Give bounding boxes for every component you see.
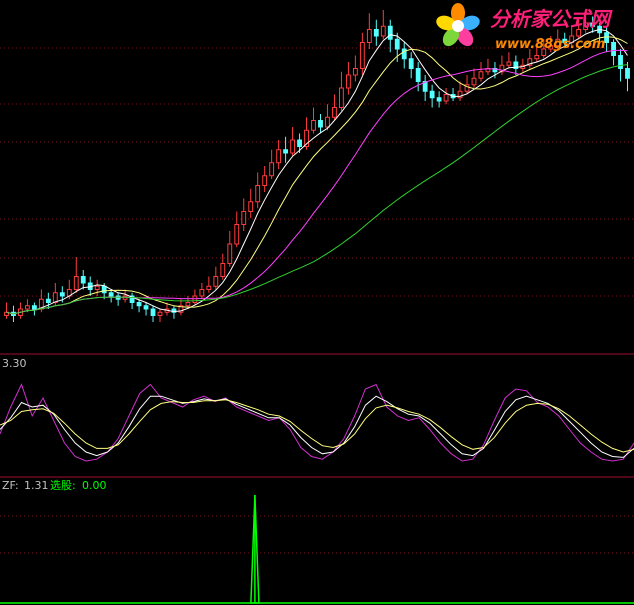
candle-body bbox=[94, 285, 100, 290]
candle-body bbox=[262, 175, 268, 186]
candle-body bbox=[136, 302, 142, 307]
oscillator-line bbox=[0, 383, 634, 462]
candle-body bbox=[108, 292, 114, 297]
signal-bars bbox=[0, 494, 634, 604]
candle-body bbox=[25, 305, 30, 310]
candle-body bbox=[297, 139, 302, 147]
candle-body bbox=[534, 55, 540, 60]
candle-body bbox=[436, 97, 442, 102]
candle-body bbox=[415, 68, 421, 82]
candle-body bbox=[339, 87, 344, 108]
candle-body bbox=[311, 120, 316, 131]
candle-body bbox=[241, 211, 247, 225]
zf-label: ZF: bbox=[2, 479, 19, 492]
candle-body bbox=[359, 42, 365, 69]
candlestick-series bbox=[4, 10, 630, 322]
candle-body bbox=[73, 276, 79, 290]
candle-body bbox=[276, 149, 282, 164]
stock-chart: 3.30 ZF: 1.31 选股: 0.00 分析家公式网 www.88gs.c… bbox=[0, 3, 634, 604]
candle-body bbox=[325, 116, 330, 128]
candle-body bbox=[220, 263, 226, 277]
candle-body bbox=[150, 308, 156, 316]
xg-value: 0.00 bbox=[82, 479, 107, 492]
candle-body bbox=[143, 305, 149, 310]
candle-body bbox=[366, 29, 372, 43]
candle-body bbox=[185, 302, 191, 307]
candle-body bbox=[471, 77, 477, 86]
brand-name: 分析家公式网 bbox=[490, 7, 613, 31]
candle-body bbox=[59, 292, 65, 297]
ma-line-ma20 bbox=[6, 49, 628, 315]
candle-body bbox=[611, 42, 616, 56]
candle-body bbox=[206, 285, 212, 290]
candle-body bbox=[352, 68, 358, 76]
candle-body bbox=[157, 311, 163, 316]
candle-body bbox=[199, 289, 205, 297]
candle-body bbox=[506, 61, 512, 66]
candle-body bbox=[45, 298, 51, 303]
oscillator-line bbox=[0, 399, 634, 453]
ma-line-ma5 bbox=[6, 28, 628, 315]
candle-body bbox=[394, 38, 400, 50]
candle-body bbox=[290, 139, 295, 154]
oscillator-lines bbox=[0, 383, 634, 462]
oscillator-value: 3.30 bbox=[2, 357, 27, 370]
candle-body bbox=[387, 25, 393, 40]
candle-body bbox=[101, 285, 107, 294]
candle-body bbox=[80, 276, 86, 284]
candle-body bbox=[618, 55, 623, 69]
xg-label: 选股: bbox=[50, 479, 76, 492]
oscillator-line bbox=[0, 395, 634, 458]
site-logo: 分析家公式网 www.88gs.com bbox=[436, 3, 613, 52]
grid-lines bbox=[0, 47, 634, 554]
candle-body bbox=[255, 185, 261, 203]
candle-body bbox=[408, 58, 414, 69]
ma-line-ma60 bbox=[6, 64, 628, 315]
candle-body bbox=[429, 90, 435, 99]
candle-body bbox=[227, 243, 233, 264]
candle-body bbox=[234, 224, 240, 245]
candle-body bbox=[373, 29, 379, 37]
candle-body bbox=[332, 107, 337, 118]
flower-icon bbox=[436, 3, 480, 47]
candle-body bbox=[345, 74, 351, 89]
candle-body bbox=[380, 25, 386, 37]
candle-body bbox=[213, 276, 219, 287]
candle-body bbox=[625, 68, 630, 79]
candle-body bbox=[269, 162, 275, 177]
candle-body bbox=[443, 94, 449, 102]
zf-value: 1.31 bbox=[24, 479, 49, 492]
candle-body bbox=[31, 305, 37, 310]
candle-body bbox=[248, 201, 254, 212]
candle-body bbox=[478, 71, 484, 79]
candle-body bbox=[283, 149, 289, 154]
moving-average-lines bbox=[6, 28, 628, 315]
ma-line-ma10 bbox=[6, 36, 628, 315]
brand-url: www.88gs.com bbox=[495, 37, 605, 52]
candle-body bbox=[318, 120, 323, 128]
